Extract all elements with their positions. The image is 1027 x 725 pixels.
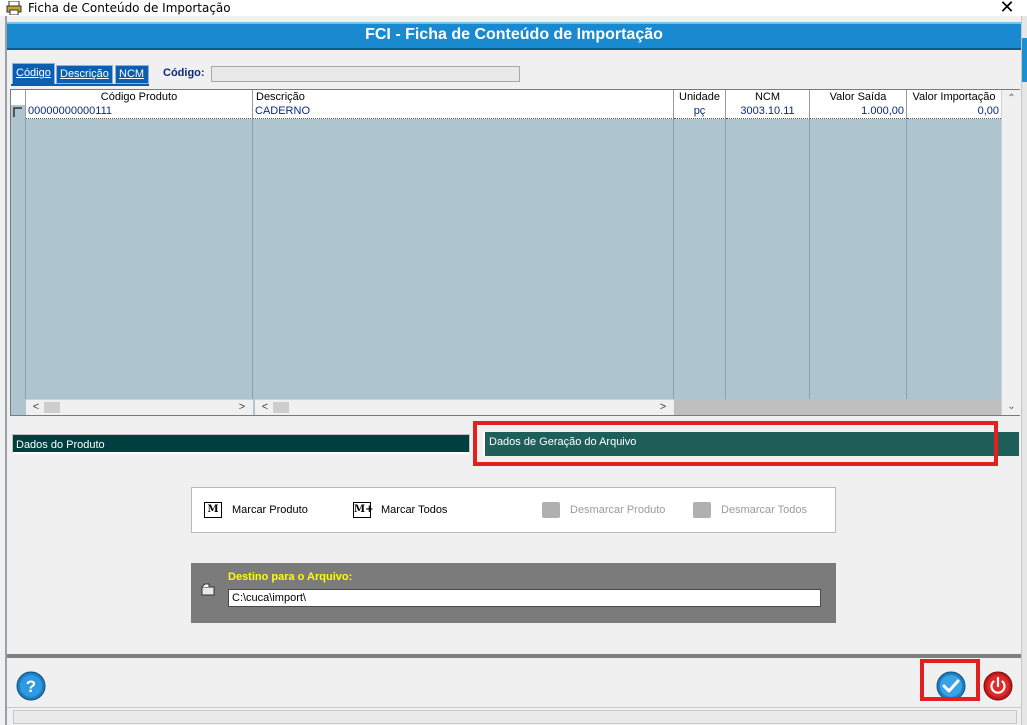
desmarcar-produto-button[interactable]: Desmarcar Produto (542, 501, 665, 519)
mark-all-icon: M+ (353, 502, 373, 518)
grid-col-separator (26, 105, 253, 399)
window-titlebar: Ficha de Conteúdo de Importação ✕ (0, 0, 1027, 17)
scroll-thumb[interactable] (44, 402, 60, 413)
highlight-box (473, 421, 998, 466)
grid-col-separator (810, 105, 907, 399)
table-cell-unidade[interactable]: pç (674, 105, 726, 119)
column-header-descricao[interactable]: Descrição (253, 90, 674, 105)
scroll-down-icon[interactable]: ⌄ (1002, 398, 1021, 415)
column-header-ncm[interactable]: NCM (726, 90, 810, 105)
scroll-left-icon[interactable]: < (257, 400, 273, 415)
column-header-codigo[interactable]: Código Produto (26, 90, 253, 105)
table-cell-descricao[interactable]: CADERNO (253, 105, 674, 119)
scroll-right-icon[interactable]: > (234, 400, 250, 415)
grid-col-separator (726, 105, 810, 399)
tab-dados-produto[interactable]: Dados do Produto (12, 434, 470, 454)
marcar-produto-button[interactable]: M Marcar Produto (204, 501, 308, 519)
grid-col-separator (253, 105, 674, 399)
folder-browse-icon[interactable] (201, 582, 215, 596)
table-cell-valor-saida[interactable]: 1.000,00 (810, 105, 907, 119)
grid-hscrollbar-left[interactable]: < > (26, 399, 253, 415)
scroll-right-icon[interactable]: > (655, 400, 671, 415)
scroll-up-icon[interactable]: ⌃ (1002, 90, 1021, 107)
actions-panel: M Marcar Produto M+ Marcar Todos Desmarc… (191, 487, 836, 533)
destino-panel: Destino para o Arquivo: (191, 563, 836, 623)
status-bar (7, 707, 1021, 725)
desmarcar-todos-label: Desmarcar Todos (721, 504, 807, 516)
background-window-edge (1022, 38, 1027, 82)
desmarcar-produto-label: Desmarcar Produto (570, 504, 666, 516)
mark-icon: M (204, 502, 222, 518)
row-selected-marker-icon (13, 107, 22, 117)
unmark-all-icon (693, 502, 711, 518)
app-printer-icon (6, 1, 22, 15)
tab-ncm-label: NCM (119, 68, 145, 80)
marcar-produto-label: Marcar Produto (232, 504, 308, 516)
products-grid[interactable]: Código Produto Descrição Unidade NCM Val… (10, 89, 1020, 416)
grid-col-separator (11, 105, 26, 399)
column-header-valor-importacao[interactable]: Valor Importação (907, 90, 1001, 105)
tab-ncm[interactable]: NCM (115, 65, 149, 84)
marcar-todos-label: Marcar Todos (381, 504, 448, 516)
grid-header: Código Produto Descrição Unidade NCM Val… (11, 90, 1001, 105)
column-header-unidade[interactable]: Unidade (674, 90, 726, 105)
search-input[interactable] (211, 66, 520, 82)
tabs-underline (11, 84, 149, 86)
scroll-left-icon[interactable]: < (28, 400, 44, 415)
window-frame-left (5, 16, 7, 725)
grid-header-indicator (11, 90, 26, 105)
highlight-box (920, 659, 980, 701)
column-header-valor-saida[interactable]: Valor Saída (810, 90, 907, 105)
window-frame-right (1021, 16, 1027, 725)
help-icon: ? (26, 677, 36, 696)
unmark-icon (542, 502, 560, 518)
table-cell-ncm[interactable]: 3003.10.11 (726, 105, 810, 119)
marcar-todos-button[interactable]: M+ Marcar Todos (353, 501, 447, 519)
status-bar-field (13, 710, 1017, 724)
destino-path-input[interactable] (228, 589, 821, 607)
exit-button[interactable] (983, 671, 1013, 701)
close-icon[interactable]: ✕ (996, 0, 1018, 17)
help-button[interactable]: ? (16, 671, 46, 701)
tab-codigo[interactable]: Código (12, 63, 55, 85)
grid-hscroll-filler (674, 399, 1001, 415)
tab-descricao[interactable]: Descrição (56, 65, 113, 84)
table-cell-codigo[interactable]: 00000000000111 (26, 105, 253, 119)
window-title: Ficha de Conteúdo de Importação (28, 1, 231, 15)
table-cell-valor-importacao[interactable]: 0,00 (907, 105, 1001, 119)
grid-col-separator (674, 105, 726, 399)
desmarcar-todos-button[interactable]: Desmarcar Todos (693, 501, 807, 519)
form-header: FCI - Ficha de Conteúdo de Importação (7, 24, 1021, 50)
grid-hscrollbar-right[interactable]: < > (255, 399, 674, 415)
scroll-thumb[interactable] (273, 402, 289, 413)
footer-divider (7, 654, 1021, 658)
tab-descricao-label: Descrição (60, 68, 109, 80)
destino-label: Destino para o Arquivo: (228, 571, 353, 583)
page-title: FCI - Ficha de Conteúdo de Importação (365, 26, 663, 43)
search-label: Código: (163, 67, 205, 79)
tab-codigo-label: Código (16, 67, 51, 79)
grid-vscrollbar[interactable]: ⌃ ⌄ (1001, 90, 1020, 415)
